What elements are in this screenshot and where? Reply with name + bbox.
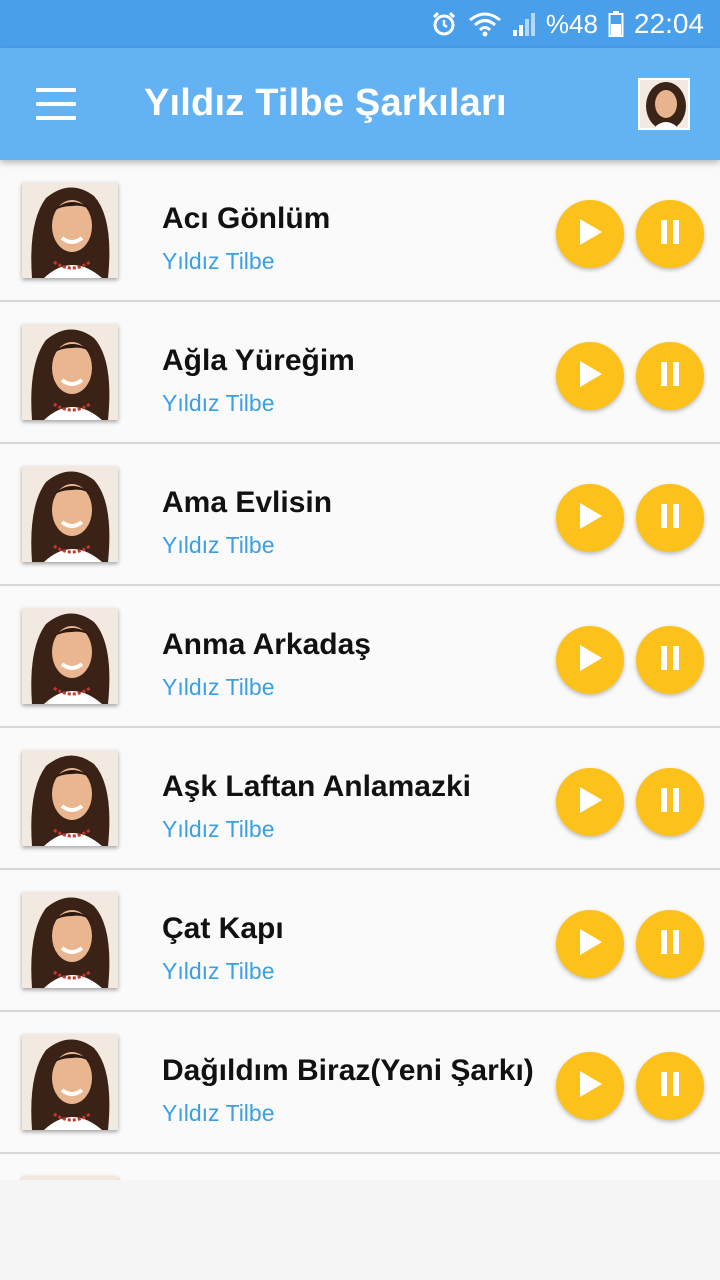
song-title: Aşk Laftan Anlamazki xyxy=(162,770,471,803)
song-thumbnail xyxy=(22,892,118,988)
pause-icon xyxy=(658,218,682,251)
empty-footer xyxy=(0,1180,720,1280)
play-button[interactable] xyxy=(556,484,624,552)
app-bar: Yıldız Tilbe Şarkıları xyxy=(0,48,720,160)
list-item[interactable]: Aşk Laftan Anlamazki Yıldız Tilbe xyxy=(0,728,720,870)
pause-button[interactable] xyxy=(636,768,704,836)
song-title: Acı Gönlüm xyxy=(162,202,331,235)
status-bar: %48 22:04 xyxy=(0,0,720,48)
pause-button[interactable] xyxy=(636,626,704,694)
pause-button[interactable] xyxy=(636,200,704,268)
play-button[interactable] xyxy=(556,1052,624,1120)
play-button[interactable] xyxy=(556,200,624,268)
pause-button[interactable] xyxy=(636,342,704,410)
song-thumbnail xyxy=(22,750,118,846)
song-thumbnail xyxy=(22,466,118,562)
wifi-icon xyxy=(468,10,502,38)
song-artist: Yıldız Tilbe xyxy=(162,816,275,842)
pause-icon xyxy=(658,644,682,677)
play-icon xyxy=(576,217,604,252)
list-item[interactable]: Acı Gönlüm Yıldız Tilbe xyxy=(0,160,720,302)
app-title: Yıldız Tilbe Şarkıları xyxy=(144,82,507,124)
play-button[interactable] xyxy=(556,910,624,978)
list-item[interactable]: Ağla Yüreğim Yıldız Tilbe xyxy=(0,302,720,444)
play-icon xyxy=(576,359,604,394)
song-title: Dağıldım Biraz(Yeni Şarkı) xyxy=(162,1054,534,1087)
song-artist: Yıldız Tilbe xyxy=(162,532,275,558)
song-artist: Yıldız Tilbe xyxy=(162,248,275,274)
pause-icon xyxy=(658,1070,682,1103)
pause-icon xyxy=(658,502,682,535)
signal-icon xyxy=(512,10,536,38)
alarm-icon xyxy=(430,10,458,38)
song-thumbnail xyxy=(22,1034,118,1130)
hamburger-menu-icon[interactable] xyxy=(36,88,76,120)
pause-icon xyxy=(658,786,682,819)
battery-icon xyxy=(608,10,624,38)
list-item[interactable]: Dağıldım Biraz(Yeni Şarkı) Yıldız Tilbe xyxy=(0,1012,720,1154)
pause-button[interactable] xyxy=(636,484,704,552)
song-title: Ama Evlisin xyxy=(162,486,333,519)
play-icon xyxy=(576,785,604,820)
battery-percent: %48 xyxy=(545,8,598,39)
play-icon xyxy=(576,501,604,536)
play-button[interactable] xyxy=(556,342,624,410)
song-artist: Yıldız Tilbe xyxy=(162,390,275,416)
pause-button[interactable] xyxy=(636,910,704,978)
play-button[interactable] xyxy=(556,768,624,836)
list-item[interactable]: Ama Evlisin Yıldız Tilbe xyxy=(0,444,720,586)
play-icon xyxy=(576,927,604,962)
list-item[interactable]: Anma Arkadaş Yıldız Tilbe xyxy=(0,586,720,728)
clock: 22:04 xyxy=(633,8,704,39)
list-item[interactable]: Çat Kapı Yıldız Tilbe xyxy=(0,870,720,1012)
list-item-partial xyxy=(0,1154,720,1180)
song-thumbnail xyxy=(22,324,118,420)
song-title: Ağla Yüreğim xyxy=(162,344,355,377)
pause-icon xyxy=(658,928,682,961)
song-artist: Yıldız Tilbe xyxy=(162,1100,275,1126)
play-icon xyxy=(576,643,604,678)
song-list: Acı Gönlüm Yıldız Tilbe Ağla Yüreğim Yıl… xyxy=(0,160,720,1180)
pause-icon xyxy=(658,360,682,393)
artist-avatar[interactable] xyxy=(638,78,690,130)
song-artist: Yıldız Tilbe xyxy=(162,674,275,700)
song-thumbnail xyxy=(22,182,118,278)
play-button[interactable] xyxy=(556,626,624,694)
play-icon xyxy=(576,1069,604,1104)
song-title: Çat Kapı xyxy=(162,912,284,945)
song-artist: Yıldız Tilbe xyxy=(162,958,275,984)
pause-button[interactable] xyxy=(636,1052,704,1120)
song-title: Anma Arkadaş xyxy=(162,628,371,661)
song-thumbnail xyxy=(22,608,118,704)
